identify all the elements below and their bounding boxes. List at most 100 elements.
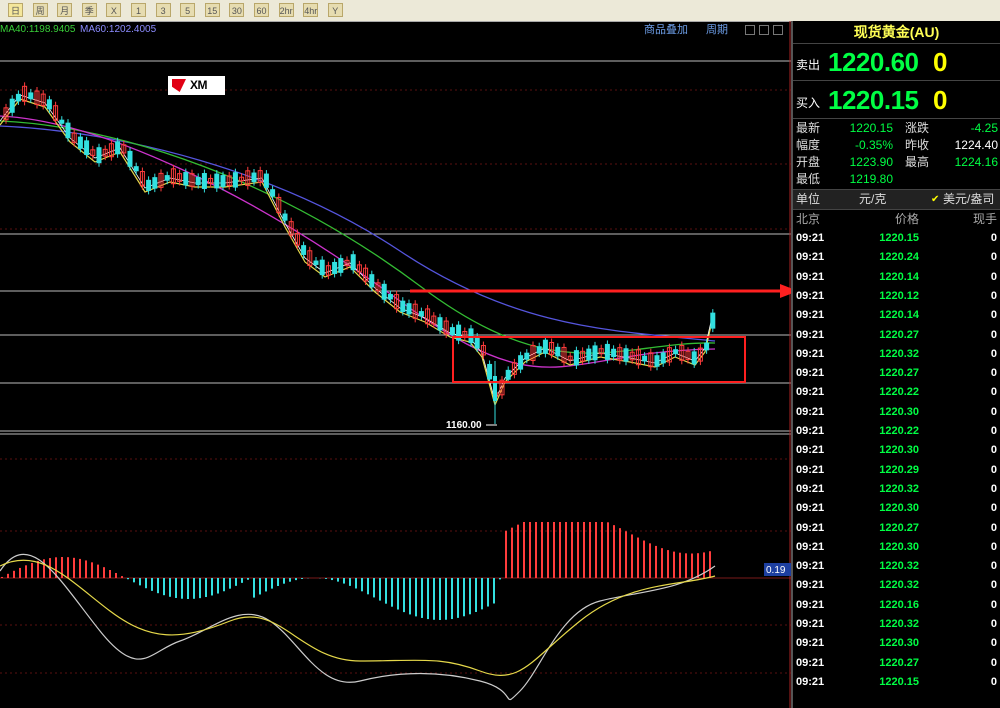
candle-body <box>332 261 338 274</box>
candle-body <box>505 369 511 380</box>
candle-body <box>319 259 325 276</box>
latest-label: 最新 <box>796 121 821 135</box>
candle-body <box>133 166 139 172</box>
period-button[interactable]: 3 <box>155 3 171 17</box>
period-button[interactable]: 1 <box>131 3 146 17</box>
tick-price: 1220.14 <box>879 309 919 322</box>
candle-body <box>592 345 598 361</box>
period-link[interactable]: 周期 <box>706 22 728 38</box>
candle-body <box>586 348 592 361</box>
xm-logo-mark-icon <box>172 79 186 92</box>
candle-body <box>623 348 629 362</box>
tick-price: 1220.27 <box>879 367 919 380</box>
close-icon[interactable] <box>773 25 783 35</box>
tick-price: 1220.27 <box>879 521 919 534</box>
tick-price: 1220.32 <box>879 347 919 360</box>
tick-row: 09:21 1220.27 0 <box>793 654 1000 673</box>
candle-body <box>146 179 152 191</box>
period-button[interactable]: 15 <box>204 3 220 17</box>
tick-time: 09:21 <box>796 618 825 630</box>
ticks-header: 北京 价格 现手 <box>793 211 1000 228</box>
period-button[interactable]: 60 <box>254 3 269 17</box>
period-button[interactable]: 月 <box>57 3 73 17</box>
candle-body <box>59 119 65 124</box>
tick-row: 09:21 1220.32 0 <box>793 615 1000 634</box>
candle-body <box>573 350 579 366</box>
ma40-label: MA40:1198.9405 <box>0 24 76 35</box>
tick-row: 09:21 1220.32 0 <box>793 480 1000 499</box>
candle-body <box>654 355 660 367</box>
overlay-link[interactable]: 商品叠加 <box>644 22 688 38</box>
unit-selector: 单位 元/克 ✔ 美元/盎司 <box>793 189 1000 210</box>
candle-body <box>65 122 71 139</box>
tick-price: 1220.16 <box>879 598 919 611</box>
period-button[interactable]: 5 <box>180 3 196 17</box>
sell-quote[interactable]: 卖出 1220.60 0 <box>793 45 1000 81</box>
divider <box>793 118 1000 119</box>
tick-time: 09:21 <box>796 463 825 476</box>
candle-body <box>642 355 648 362</box>
tick-time: 09:21 <box>796 270 825 283</box>
tick-volume: 0 <box>990 367 997 380</box>
tick-row: 09:21 1220.30 0 <box>793 403 1000 422</box>
candle-body <box>474 336 480 349</box>
tick-price: 1220.30 <box>879 502 919 515</box>
candle-body <box>418 311 424 317</box>
period-button[interactable]: 日 <box>8 3 23 17</box>
unit-usd-option[interactable]: 美元/盎司 <box>943 190 994 209</box>
tick-time: 09:21 <box>796 386 825 399</box>
candle-body <box>400 300 406 312</box>
candle-body <box>282 213 288 221</box>
tick-row: 09:21 1220.14 0 <box>793 306 1000 325</box>
tick-row: 09:21 1220.14 0 <box>793 268 1000 287</box>
candle-body <box>96 147 102 164</box>
period-button[interactable]: 2hr <box>278 3 294 17</box>
candle-body <box>220 175 226 187</box>
tick-time: 09:21 <box>796 309 825 322</box>
open-label: 开盘 <box>796 155 821 169</box>
minimize-icon[interactable] <box>745 25 755 35</box>
period-button[interactable]: Y <box>327 3 343 17</box>
prev-value: 1224.40 <box>954 138 998 152</box>
tick-row: 09:21 1220.27 0 <box>793 326 1000 345</box>
buy-volume: 0 <box>933 85 948 115</box>
tick-volume: 0 <box>990 347 997 360</box>
candle-body <box>487 363 493 380</box>
restore-icon[interactable] <box>759 25 769 35</box>
price-chart[interactable]: 1160.00 0.19 <box>0 21 791 708</box>
tick-volume: 0 <box>990 425 997 437</box>
tick-price: 1220.15 <box>879 675 919 688</box>
buy-price: 1220.15 <box>828 85 919 115</box>
tick-time: 09:21 <box>796 347 825 360</box>
tick-price: 1220.30 <box>879 540 919 553</box>
period-button[interactable]: 30 <box>229 3 245 17</box>
candle-body <box>710 312 716 329</box>
period-button[interactable]: 周 <box>32 3 48 17</box>
unit-yuan-option[interactable]: 元/克 <box>859 190 886 209</box>
candle-body <box>115 141 121 155</box>
tick-volume: 0 <box>990 463 997 476</box>
period-button[interactable]: X <box>106 3 122 17</box>
change-value: -4.25 <box>970 121 998 135</box>
candle-body <box>350 254 356 271</box>
period-button[interactable]: 季 <box>81 3 97 17</box>
macd-value: 0.19 <box>766 565 786 576</box>
tick-row: 09:21 1220.32 0 <box>793 557 1000 576</box>
tick-row: 09:21 1220.15 0 <box>793 673 1000 692</box>
period-button[interactable]: 4hr <box>303 3 319 17</box>
candle-body <box>195 176 201 186</box>
tick-row: 09:21 1220.30 0 <box>793 499 1000 518</box>
tick-price: 1220.32 <box>879 560 919 573</box>
candle-body <box>604 343 610 360</box>
quote-panel: 现货黄金(AU) 卖出 1220.60 0 买入 1220.15 0 最新 12… <box>791 21 1000 708</box>
candle-body <box>660 352 666 364</box>
unit-label: 单位 <box>796 192 821 206</box>
low-price-marker: 1160.00 <box>446 420 482 431</box>
tick-time: 09:21 <box>796 560 825 573</box>
amp-label: 幅度 <box>796 138 821 152</box>
tick-volume: 0 <box>990 405 997 418</box>
candlestick-chart-canvas[interactable]: 1160.00 0.19 <box>0 21 791 708</box>
tick-volume: 0 <box>990 270 997 283</box>
buy-quote[interactable]: 买入 1220.15 0 <box>793 83 1000 119</box>
red-arrow-head-icon <box>780 284 791 298</box>
